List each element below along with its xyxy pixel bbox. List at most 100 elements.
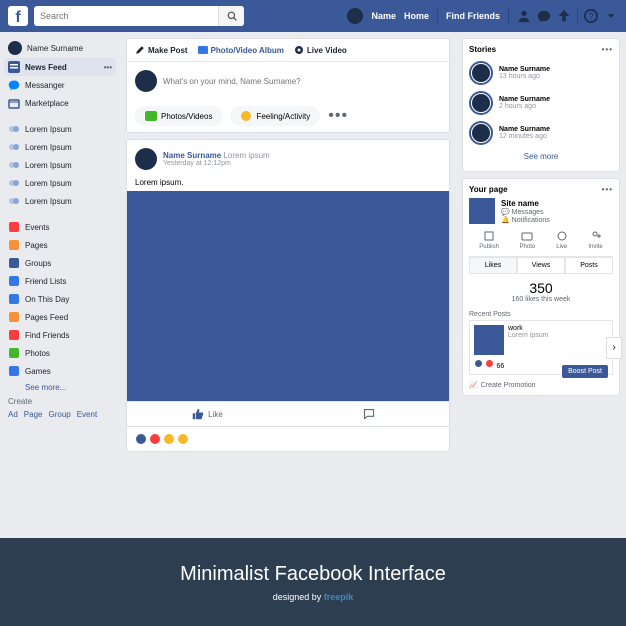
topbar-avatar[interactable]	[347, 8, 363, 24]
topbar-find-friends-link[interactable]: Find Friends	[446, 11, 500, 21]
sidebar-explore-item[interactable]: Friend Lists	[4, 272, 116, 290]
chevron-right-icon[interactable]: ›	[606, 337, 622, 359]
explore-icon	[8, 365, 20, 377]
sidebar-explore-item[interactable]: Pages	[4, 236, 116, 254]
feed: Make Post Photo/Video Album Live Video P…	[120, 32, 456, 538]
shortcut-label: Lorem Ipsum	[25, 179, 72, 188]
sidebar-see-more[interactable]: See more...	[4, 380, 116, 395]
sidebar-item-newsfeed[interactable]: News Feed •••	[4, 58, 116, 76]
sidebar-profile[interactable]: Name Surname	[4, 38, 116, 58]
explore-icon	[8, 221, 20, 233]
comment-button[interactable]	[288, 402, 449, 426]
create-ad-link[interactable]: Ad	[8, 410, 18, 419]
tab-photo-album[interactable]: Photo/Video Album	[198, 45, 284, 55]
post-image[interactable]	[127, 191, 449, 401]
dots-icon[interactable]: •••	[104, 63, 112, 72]
footer-banner: Minimalist Facebook Interface designed b…	[0, 538, 626, 626]
tab-make-post[interactable]: Make Post	[135, 45, 188, 55]
search-icon	[227, 11, 237, 21]
page-tab-likes[interactable]: Likes	[469, 257, 517, 274]
group-icon	[8, 123, 20, 135]
page-menu[interactable]: •••	[602, 185, 613, 194]
page-tab-views[interactable]: Views	[517, 257, 565, 274]
pencil-icon	[135, 45, 145, 55]
haha-reaction-icon	[163, 433, 175, 445]
help-icon[interactable]: ?	[584, 9, 598, 23]
main-layout: Name Surname News Feed ••• Messanger Mar…	[0, 32, 626, 538]
divider	[577, 9, 578, 23]
stories-menu[interactable]: •••	[602, 45, 613, 54]
messages-icon[interactable]	[537, 9, 551, 23]
create-page-link[interactable]: Page	[24, 410, 43, 419]
story-item[interactable]: Name Surname2 hours ago	[469, 88, 613, 118]
live-icon	[294, 45, 304, 55]
page-live-button[interactable]: Live	[556, 230, 568, 250]
page-like-count: 350	[475, 280, 607, 296]
topbar-icons: ?	[517, 9, 618, 23]
topbar-home-link[interactable]: Home	[404, 11, 429, 21]
page-messages-link[interactable]: 💬 Messages	[501, 209, 544, 216]
sidebar-explore-item[interactable]: On This Day	[4, 290, 116, 308]
page-site-name[interactable]: Site name	[501, 199, 550, 208]
like-button[interactable]: Like	[127, 402, 288, 426]
sidebar-shortcut[interactable]: Lorem Ipsum	[4, 120, 116, 138]
create-group-link[interactable]: Group	[48, 410, 70, 419]
create-promotion-link[interactable]: 📈 Create Promotion	[469, 381, 613, 389]
page-invite-button[interactable]: Invite	[588, 230, 602, 250]
friend-requests-icon[interactable]	[517, 9, 531, 23]
composer-feeling-button[interactable]: Feeling/Activity	[230, 106, 320, 126]
explore-label: Groups	[25, 259, 51, 268]
composer-more-button[interactable]: •••	[328, 107, 348, 125]
explore-icon	[8, 293, 20, 305]
post: Name Surname Lorem ipsum Yesterday at 12…	[126, 139, 450, 427]
sidebar-explore-item[interactable]: Groups	[4, 254, 116, 272]
page-publish-button[interactable]: Publish	[479, 230, 499, 250]
composer-photos-button[interactable]: Photos/Videos	[135, 106, 222, 126]
stories-see-more[interactable]: See more	[469, 148, 613, 165]
recent-post-image[interactable]	[474, 325, 504, 355]
post-author[interactable]: Name Surname	[163, 151, 221, 160]
facebook-logo[interactable]: f	[8, 6, 28, 26]
composer-input[interactable]	[163, 77, 441, 86]
story-item[interactable]: Name Surname12 minutes ago	[469, 118, 613, 148]
invite-icon	[590, 230, 602, 242]
stories-panel: Stories••• Name Surname13 hours agoName …	[462, 38, 620, 172]
sidebar-explore-item[interactable]: Events	[4, 218, 116, 236]
search-button[interactable]	[218, 6, 244, 26]
sidebar-explore-item[interactable]: Games	[4, 362, 116, 380]
boost-post-button[interactable]: Boost Post	[562, 365, 608, 378]
topbar-name-link[interactable]: Name	[371, 11, 396, 21]
story-avatar-ring	[469, 121, 493, 145]
sidebar-item-messenger[interactable]: Messanger	[4, 76, 116, 94]
page-photo-button[interactable]: Photo	[520, 230, 536, 250]
reaction-count: 66	[496, 363, 504, 370]
feeling-icon	[240, 110, 252, 122]
create-event-link[interactable]: Event	[77, 410, 97, 419]
avatar	[8, 41, 22, 55]
page-tab-posts[interactable]: Posts	[565, 257, 613, 274]
sidebar-explore-item[interactable]: Photos	[4, 344, 116, 362]
story-item[interactable]: Name Surname13 hours ago	[469, 58, 613, 88]
group-icon	[8, 195, 20, 207]
sidebar-shortcut[interactable]: Lorem Ipsum	[4, 138, 116, 156]
pill-label: Photos/Videos	[161, 112, 212, 121]
your-page-title: Your page	[469, 185, 508, 194]
tab-live-video[interactable]: Live Video	[294, 45, 347, 55]
sidebar-shortcut[interactable]: Lorem Ipsum	[4, 174, 116, 192]
sidebar-explore-item[interactable]: Pages Feed	[4, 308, 116, 326]
post-location: Lorem ipsum	[223, 151, 269, 160]
sidebar-explore-item[interactable]: Find Friends	[4, 326, 116, 344]
explore-label: Pages Feed	[25, 313, 68, 322]
dropdown-icon[interactable]	[604, 9, 618, 23]
sidebar-shortcut[interactable]: Lorem Ipsum	[4, 192, 116, 210]
search-input[interactable]	[34, 11, 218, 21]
page-notifications-link[interactable]: 🔔 Notifications	[501, 217, 550, 224]
post-avatar[interactable]	[135, 148, 157, 170]
page-logo[interactable]	[469, 198, 495, 224]
like-icon	[192, 408, 204, 420]
sidebar-shortcut[interactable]: Lorem Ipsum	[4, 156, 116, 174]
notifications-icon[interactable]	[557, 9, 571, 23]
sidebar-item-label: Messanger	[25, 81, 65, 90]
sidebar-item-marketplace[interactable]: Marketplace	[4, 94, 116, 112]
recent-posts-title: Recent Posts	[469, 311, 613, 318]
